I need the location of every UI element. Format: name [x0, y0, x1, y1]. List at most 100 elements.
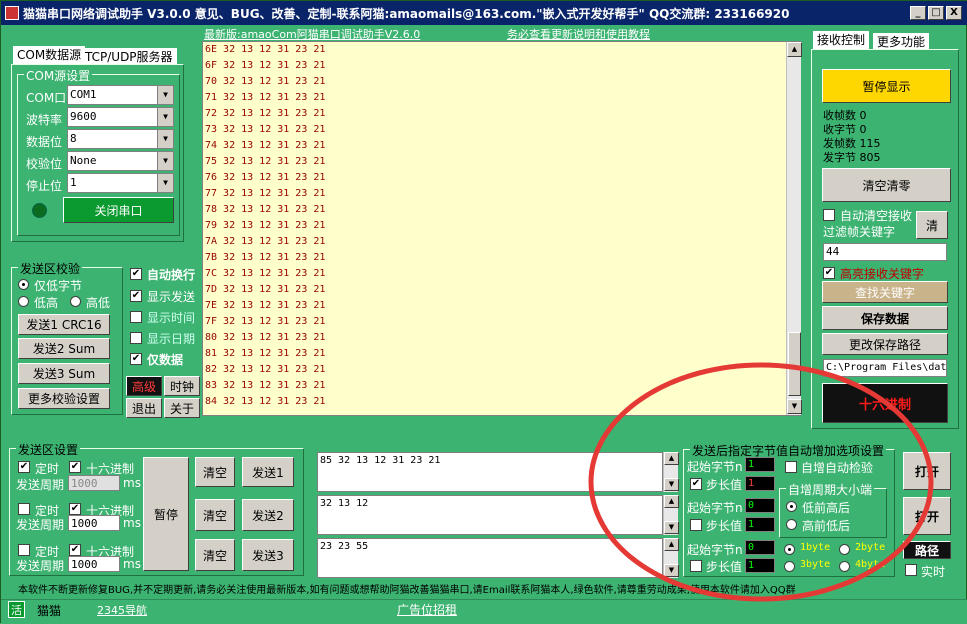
tab-receive-control[interactable]: 接收控制: [813, 31, 870, 49]
period-3-label: 发送周期: [16, 559, 65, 573]
data-only-checkbox[interactable]: ✔: [130, 353, 142, 365]
tab-tcp-udp[interactable]: TCP/UDP服务器: [81, 48, 177, 64]
receive-line: 70 32 13 12 31 23 21: [205, 76, 326, 87]
verify-high-low-label: 高低: [86, 296, 111, 310]
exit-button[interactable]: 退出: [126, 398, 162, 418]
verify-legend: 发送区校验: [18, 260, 83, 277]
help-link[interactable]: 务必查看更新说明和使用教程: [507, 26, 650, 42]
filter-keyword-label: 过滤帧关键字: [823, 225, 896, 239]
minimize-button[interactable]: _: [910, 6, 926, 20]
auto-wrap-checkbox[interactable]: ✔: [130, 268, 142, 280]
auto-wrap-label: 自动换行: [147, 268, 196, 282]
about-button[interactable]: 关于: [164, 398, 200, 418]
receive-line: 6E 32 13 12 31 23 21: [205, 44, 326, 55]
parity-value: None: [70, 154, 97, 167]
receive-line: 7B 32 13 12 31 23 21: [205, 252, 326, 263]
close-port-button[interactable]: 关闭串口: [63, 197, 174, 223]
keyword-input[interactable]: 44: [823, 243, 947, 261]
period-3-input[interactable]: 1000: [68, 556, 120, 572]
show-send-checkbox[interactable]: ✔: [130, 290, 142, 302]
period-3-unit: ms: [123, 557, 141, 571]
timed-3-checkbox[interactable]: [18, 544, 30, 556]
clear-2-button[interactable]: 清空: [195, 499, 235, 531]
pause-send-button[interactable]: 暂停: [143, 457, 189, 571]
ad-link[interactable]: 广告位招租: [397, 601, 457, 618]
clear-3-button[interactable]: 清空: [195, 539, 235, 571]
nav-link[interactable]: 2345导航: [97, 602, 147, 618]
chevron-down-icon: ▼: [157, 152, 173, 170]
status-badge: 活: [8, 601, 25, 618]
timed-2-checkbox[interactable]: [18, 503, 30, 515]
period-1-label: 发送周期: [16, 478, 65, 492]
receive-line: 72 32 13 12 31 23 21: [205, 108, 326, 119]
more-verify-settings-button[interactable]: 更多校验设置: [18, 388, 110, 409]
advanced-button[interactable]: 高级: [126, 376, 162, 396]
hex-3-checkbox[interactable]: ✔: [69, 544, 81, 556]
tx-bytes-count: 发字节 805: [823, 151, 881, 164]
port-status-indicator: [32, 203, 47, 218]
tab-more-functions[interactable]: 更多功能: [873, 33, 930, 49]
period-1-input[interactable]: 1000: [68, 475, 120, 491]
verify-low-only-radio[interactable]: [18, 279, 29, 290]
timed-1-checkbox[interactable]: ✔: [18, 461, 30, 473]
receive-line: 7A 32 13 12 31 23 21: [205, 236, 326, 247]
close-button[interactable]: X: [946, 6, 962, 20]
clear-filter-button[interactable]: 清: [916, 211, 948, 239]
show-time-label: 显示时间: [147, 311, 196, 325]
find-keyword-button[interactable]: 查找关键字: [822, 281, 948, 303]
baud-label: 波特率: [26, 113, 63, 127]
annotation-circle: [588, 362, 934, 602]
auto-clear-checkbox[interactable]: [823, 209, 835, 221]
hex-1-checkbox[interactable]: ✔: [69, 461, 81, 473]
stopbits-value: 1: [70, 176, 77, 189]
receive-line: 75 32 13 12 31 23 21: [205, 156, 326, 167]
send3-sum-button[interactable]: 发送3 Sum: [18, 363, 110, 384]
com-port-select[interactable]: COM1 ▼: [67, 85, 174, 105]
period-2-input[interactable]: 1000: [68, 515, 120, 531]
verify-low-high-radio[interactable]: [18, 296, 29, 307]
tab-com-source[interactable]: COM数据源: [13, 46, 86, 64]
verify-high-low-radio[interactable]: [70, 296, 81, 307]
auto-clear-label: 自动清空接收: [840, 209, 913, 223]
version-link[interactable]: 最新版:amaoCom阿猫串口调试助手V2.6.0: [204, 26, 420, 42]
receive-line: 7E 32 13 12 31 23 21: [205, 300, 326, 311]
stopbits-label: 停止位: [26, 179, 63, 193]
databits-value: 8: [70, 132, 77, 145]
parity-select[interactable]: None ▼: [67, 151, 174, 171]
chevron-down-icon: ▼: [157, 174, 173, 192]
hex-2-checkbox[interactable]: ✔: [69, 503, 81, 515]
send-2-button[interactable]: 发送2: [242, 499, 294, 531]
baud-select[interactable]: 9600 ▼: [67, 107, 174, 127]
receive-line: 6F 32 13 12 31 23 21: [205, 60, 326, 71]
status-name: 猫猫: [37, 604, 62, 618]
show-time-checkbox[interactable]: [130, 311, 142, 323]
verify-low-only-label: 仅低字节: [34, 279, 83, 293]
send1-crc16-button[interactable]: 发送1 CRC16: [18, 314, 110, 335]
send-settings-legend: 发送区设置: [16, 441, 81, 458]
send-3-button[interactable]: 发送3: [242, 539, 294, 571]
period-2-label: 发送周期: [16, 518, 65, 532]
scroll-up-icon[interactable]: ▲: [787, 42, 802, 57]
save-data-button[interactable]: 保存数据: [822, 306, 948, 330]
com-port-label: COM口: [26, 91, 67, 105]
send-1-button[interactable]: 发送1: [242, 457, 294, 487]
clock-button[interactable]: 时钟: [164, 376, 200, 396]
show-date-checkbox[interactable]: [130, 332, 142, 344]
highlight-checkbox[interactable]: ✔: [823, 267, 835, 279]
databits-label: 数据位: [26, 135, 63, 149]
databits-select[interactable]: 8 ▼: [67, 129, 174, 149]
clear-zero-button[interactable]: 清空清零: [822, 168, 951, 202]
data-only-label: 仅数据: [147, 353, 184, 367]
maximize-button[interactable]: □: [928, 6, 944, 20]
chevron-down-icon: ▼: [157, 86, 173, 104]
stopbits-select[interactable]: 1 ▼: [67, 173, 174, 193]
receive-lines: 6E 32 13 12 31 23 21 6F 32 13 12 31 23 21…: [203, 42, 800, 410]
period-1-unit: ms: [123, 476, 141, 490]
parity-label: 校验位: [26, 157, 63, 171]
pause-display-button[interactable]: 暂停显示: [822, 69, 951, 103]
baud-value: 9600: [70, 110, 97, 123]
show-date-label: 显示日期: [147, 332, 196, 346]
send2-sum-button[interactable]: 发送2 Sum: [18, 338, 110, 359]
clear-1-button[interactable]: 清空: [195, 457, 235, 487]
change-save-path-button[interactable]: 更改保存路径: [822, 333, 948, 355]
